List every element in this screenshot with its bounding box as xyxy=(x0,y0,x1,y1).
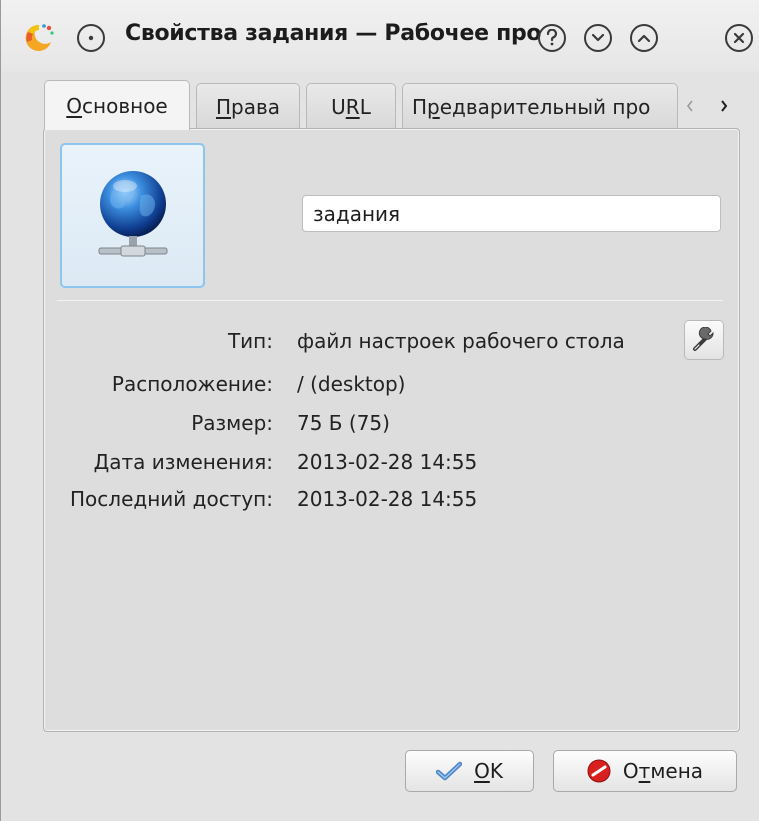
tab-general[interactable]: Основное xyxy=(44,80,190,130)
tab-url[interactable]: URL xyxy=(306,83,396,129)
size-label: Размер: xyxy=(191,411,273,435)
properties-dialog: Свойства задания — Рабочее про Основное … xyxy=(0,0,759,821)
wrench-icon xyxy=(693,327,714,351)
location-label: Расположение: xyxy=(111,372,273,396)
cancel-button[interactable]: Отмена xyxy=(553,750,737,792)
type-value: файл настроек рабочего стола xyxy=(297,329,625,353)
cancel-icon xyxy=(587,759,611,783)
maximize-icon[interactable] xyxy=(630,24,658,52)
pin-icon[interactable] xyxy=(77,24,105,52)
tab-scroll-left-icon[interactable] xyxy=(680,96,700,116)
separator xyxy=(57,300,723,301)
accessed-label: Последний доступ: xyxy=(70,487,273,511)
tab-preview[interactable]: Предварительный про xyxy=(402,83,678,129)
name-input[interactable] xyxy=(302,195,721,232)
type-label: Тип: xyxy=(227,329,273,353)
configure-type-button[interactable] xyxy=(684,320,724,360)
size-value: 75 Б (75) xyxy=(297,411,390,435)
accessed-value: 2013-02-28 14:55 xyxy=(297,487,478,511)
tab-scroll-right-icon[interactable] xyxy=(714,96,734,116)
ok-button[interactable]: OK xyxy=(405,750,534,792)
tab-permissions[interactable]: Права xyxy=(196,83,300,129)
modified-value: 2013-02-28 14:55 xyxy=(297,450,478,474)
network-globe-icon xyxy=(98,170,167,256)
help-icon[interactable] xyxy=(538,24,566,52)
checkmark-icon xyxy=(436,761,463,781)
title-bar[interactable]: Свойства задания — Рабочее про xyxy=(1,0,759,72)
location-value: / (desktop) xyxy=(297,372,406,396)
kde-app-icon[interactable] xyxy=(23,22,55,54)
minimize-icon[interactable] xyxy=(584,24,612,52)
window-title: Свойства задания — Рабочее про xyxy=(125,21,542,46)
close-icon[interactable] xyxy=(725,24,753,52)
file-icon-button[interactable] xyxy=(60,143,205,288)
modified-label: Дата изменения: xyxy=(93,450,273,474)
